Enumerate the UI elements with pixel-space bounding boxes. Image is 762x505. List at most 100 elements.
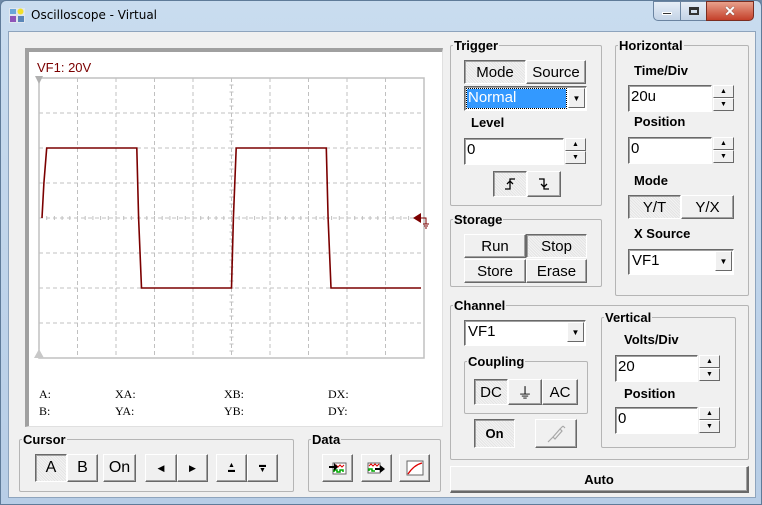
spin-down-icon[interactable]: ▼ xyxy=(699,368,720,381)
cursor-right-button[interactable]: ▶ xyxy=(177,454,208,482)
x-source-select[interactable]: VF1 ▼ xyxy=(628,249,734,275)
channel-select[interactable]: VF1 ▼ xyxy=(464,320,586,346)
cursor-a-marker xyxy=(35,76,43,84)
ground-icon: ⏚ xyxy=(517,384,533,402)
scope-graph: VF1: 20V xyxy=(34,60,429,359)
horizontal-position-input[interactable]: 0 xyxy=(628,137,712,164)
volts-div-label: Volts/Div xyxy=(624,332,679,347)
scope-display: VF1: 20V A: B: XA: YA: XB: YB: DX: DY: xyxy=(25,48,443,427)
chevron-down-icon[interactable]: ▼ xyxy=(568,88,585,108)
cursor-title: Cursor xyxy=(23,432,66,447)
trigger-level-spinner[interactable]: ▲ ▼ xyxy=(565,138,586,164)
cursor-b-marker xyxy=(34,349,44,358)
trigger-rising-edge-button[interactable] xyxy=(493,171,527,197)
double-arrow-up-icon: ▲ ▬ xyxy=(228,462,235,474)
trigger-level-input[interactable]: 0 xyxy=(464,138,564,165)
cursor-down-button[interactable]: ▬ ▼ xyxy=(247,454,278,482)
maximize-icon xyxy=(688,7,699,15)
export-data-button[interactable] xyxy=(361,454,392,482)
data-title: Data xyxy=(312,432,341,447)
channel-title: Channel xyxy=(454,298,506,313)
x-source-label: X Source xyxy=(634,226,691,241)
double-arrow-down-icon: ▬ ▼ xyxy=(259,462,266,474)
cursor-a-button[interactable]: A xyxy=(35,454,67,482)
oscilloscope-window: Oscilloscope - Virtual ✕ VF1: 20V A: B: … xyxy=(0,0,762,505)
coupling-title: Coupling xyxy=(468,354,525,369)
storage-erase-button[interactable]: Erase xyxy=(526,259,587,283)
spin-up-icon[interactable]: ▲ xyxy=(713,137,734,150)
vertical-position-input[interactable]: 0 xyxy=(615,407,698,434)
storage-store-button[interactable]: Store xyxy=(464,259,526,283)
falling-edge-icon xyxy=(539,178,549,190)
trigger-source-tab[interactable]: Source xyxy=(526,60,586,84)
probe-icon xyxy=(547,425,566,442)
spin-up-icon[interactable]: ▲ xyxy=(699,355,720,368)
spin-down-icon[interactable]: ▼ xyxy=(565,151,586,164)
close-button[interactable]: ✕ xyxy=(706,1,754,21)
vertical-position-spinner[interactable]: ▲ ▼ xyxy=(699,407,720,433)
storage-run-button[interactable]: Run xyxy=(464,234,526,258)
title-bar: Oscilloscope - Virtual ✕ xyxy=(1,1,761,31)
curve-icon xyxy=(406,460,423,476)
trigger-mode-select[interactable]: Normal ▼ xyxy=(464,86,587,111)
horizontal-position-spinner[interactable]: ▲ ▼ xyxy=(713,137,734,163)
storage-title: Storage xyxy=(454,212,503,227)
horizontal-title: Horizontal xyxy=(619,38,683,53)
mode-yx-button[interactable]: Y/X xyxy=(681,195,734,219)
maximize-button[interactable] xyxy=(680,1,707,21)
spin-down-icon[interactable]: ▼ xyxy=(699,420,720,433)
time-div-input[interactable]: 20u xyxy=(628,85,712,112)
trigger-mode-value: Normal xyxy=(466,88,567,109)
readout-b: B: xyxy=(39,404,51,418)
import-data-button[interactable] xyxy=(322,454,353,482)
volts-div-input[interactable]: 20 xyxy=(615,355,698,382)
trigger-level-marker xyxy=(413,213,421,223)
coupling-ground-button[interactable]: ⏚ xyxy=(508,379,542,405)
chevron-down-icon[interactable]: ▼ xyxy=(715,251,732,271)
curve-plot-button[interactable] xyxy=(399,454,430,482)
channel-value: VF1 xyxy=(468,323,496,340)
coupling-ac-button[interactable]: AC xyxy=(542,379,578,405)
minimize-button[interactable] xyxy=(653,1,681,21)
cursor-on-button[interactable]: On xyxy=(103,454,136,482)
import-waveform-icon xyxy=(328,462,346,475)
cursor-up-button[interactable]: ▲ ▬ xyxy=(216,454,247,482)
coupling-dc-button[interactable]: DC xyxy=(474,379,508,405)
time-div-label: Time/Div xyxy=(634,63,688,78)
rising-edge-icon xyxy=(505,178,515,190)
probe-button[interactable] xyxy=(535,419,577,448)
arrow-left-icon: ◀ xyxy=(157,462,165,473)
auto-button[interactable]: Auto xyxy=(450,466,749,493)
cursor-left-button[interactable]: ◀ xyxy=(145,454,177,482)
trigger-level-label: Level xyxy=(471,115,505,130)
mode-yt-button[interactable]: Y/T xyxy=(628,195,681,219)
cursor-b-button[interactable]: B xyxy=(67,454,98,482)
trigger-title: Trigger xyxy=(454,38,499,53)
window-title: Oscilloscope - Virtual xyxy=(31,8,157,22)
horizontal-mode-label: Mode xyxy=(634,173,668,188)
storage-stop-button[interactable]: Stop xyxy=(526,234,587,258)
vertical-position-label: Position xyxy=(624,386,676,401)
trigger-mode-tab[interactable]: Mode xyxy=(464,60,526,84)
spin-up-icon[interactable]: ▲ xyxy=(713,85,734,98)
channel-on-button[interactable]: On xyxy=(474,419,515,448)
readout-xb: XB: xyxy=(224,387,245,401)
vertical-title: Vertical xyxy=(605,310,652,325)
volts-div-spinner[interactable]: ▲ ▼ xyxy=(699,355,720,381)
chevron-down-icon[interactable]: ▼ xyxy=(567,322,584,342)
spin-down-icon[interactable]: ▼ xyxy=(713,150,734,163)
time-div-spinner[interactable]: ▲ ▼ xyxy=(713,85,734,111)
spin-up-icon[interactable]: ▲ xyxy=(699,407,720,420)
oscilloscope-client-area: VF1: 20V A: B: XA: YA: XB: YB: DX: DY: T… xyxy=(8,31,756,498)
readout-a: A: xyxy=(39,387,51,401)
trigger-falling-edge-button[interactable] xyxy=(527,171,561,197)
readout-ya: YA: xyxy=(115,404,135,418)
x-source-value: VF1 xyxy=(632,252,660,269)
oscilloscope-app-icon xyxy=(9,8,25,23)
ground-icon xyxy=(421,217,429,229)
export-waveform-icon xyxy=(367,462,385,474)
readout-dy: DY: xyxy=(328,404,348,418)
spin-up-icon[interactable]: ▲ xyxy=(565,138,586,151)
minimize-icon xyxy=(662,12,672,15)
spin-down-icon[interactable]: ▼ xyxy=(713,98,734,111)
